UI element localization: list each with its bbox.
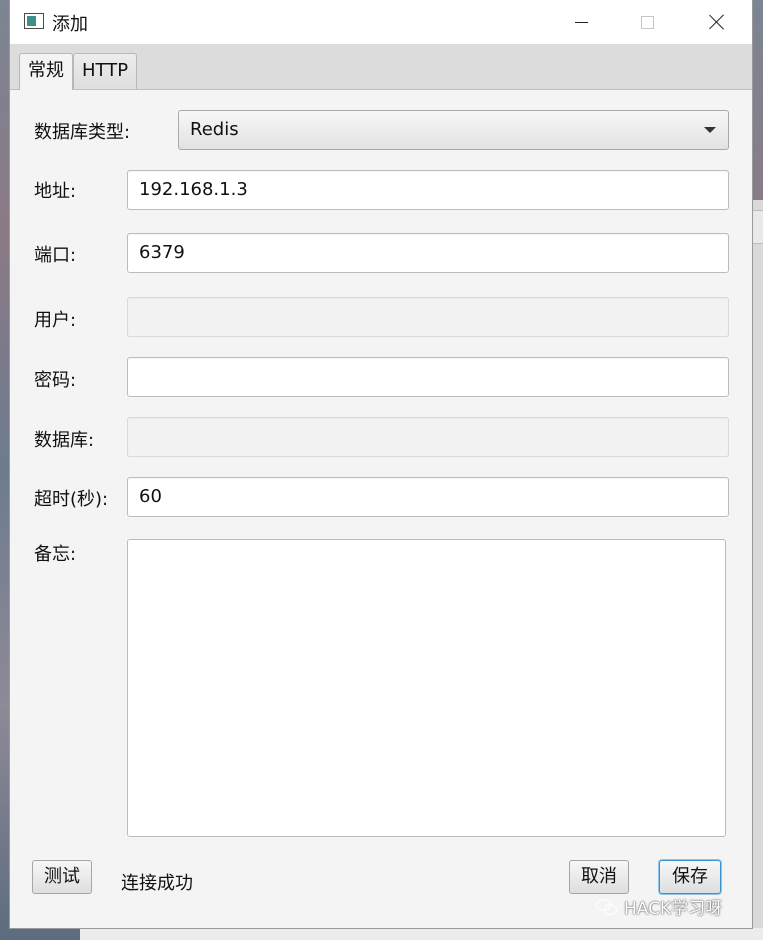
db-type-label: 数据库类型: [34,122,131,143]
database-input[interactable] [127,417,729,457]
db-type-select[interactable]: Redis [178,110,729,150]
note-textarea[interactable] [127,539,726,837]
timeout-input[interactable]: 60 [127,477,729,517]
close-button[interactable] [682,0,752,44]
minimize-icon [574,21,588,23]
database-label: 数据库: [34,430,95,451]
wechat-icon [596,898,618,916]
chevron-down-icon [704,127,716,133]
user-label: 用户: [34,310,77,331]
maximize-button[interactable] [612,0,682,44]
close-icon [709,14,725,30]
app-icon [24,13,44,29]
connection-status-text: 连接成功 [121,873,193,894]
watermark-text: HACK学习呀 [624,899,723,919]
port-label: 端口: [34,245,77,266]
watermark: HACK学习呀 [596,894,722,919]
cancel-button[interactable]: 取消 [569,860,629,894]
port-input[interactable]: 6379 [127,233,729,273]
add-dialog: 添加 常规 HTTP 数据库类型: Redis 地址: 192.168.1.3 … [10,0,752,928]
timeout-label: 超时(秒): [34,489,109,510]
maximize-icon [640,15,654,29]
user-input[interactable] [127,297,729,337]
title-bar[interactable]: 添加 [10,0,752,44]
note-label: 备忘: [34,544,77,565]
background-window-edge [752,200,763,940]
address-label: 地址: [34,181,77,202]
password-label: 密码: [34,370,77,391]
save-button[interactable]: 保存 [659,860,721,894]
tab-http[interactable]: HTTP [73,53,138,89]
address-input[interactable]: 192.168.1.3 [127,170,729,210]
tab-general[interactable]: 常规 [19,53,73,90]
window-title: 添加 [52,14,88,35]
minimize-button[interactable] [546,0,616,44]
db-type-selected-value: Redis [190,119,239,140]
password-input[interactable] [127,357,729,397]
background-window-bottom [80,928,763,940]
tab-strip: 常规 HTTP [10,44,752,90]
test-button[interactable]: 测试 [32,860,92,894]
background-window-strip [752,210,763,244]
